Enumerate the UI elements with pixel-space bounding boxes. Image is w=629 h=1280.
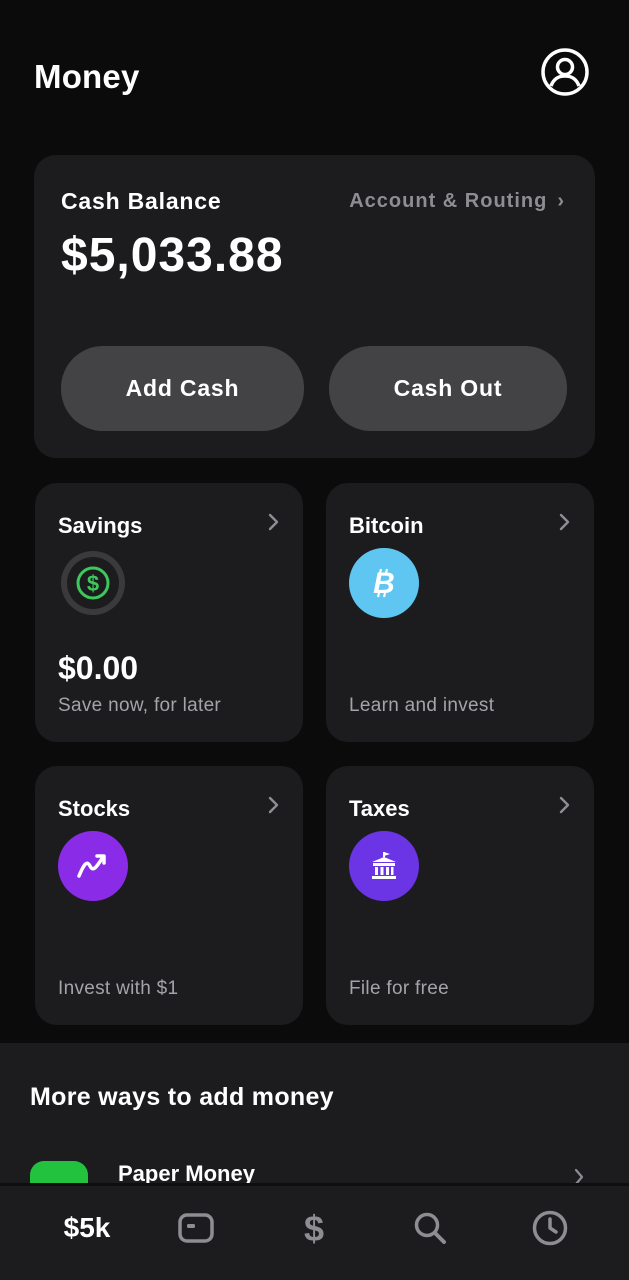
cash-balance-card: Cash Balance Account & Routing › $5,033.8… [34,155,595,458]
tile-subtitle: Save now, for later [58,695,222,716]
savings-amount: $0.00 [58,650,139,686]
profile-button[interactable] [540,47,590,97]
cash-balance-label: Cash Balance [61,188,222,214]
cash-out-button[interactable]: Cash Out [329,346,567,431]
chevron-right-icon [268,513,279,531]
profile-icon [541,48,589,96]
chevron-right-icon [268,796,279,814]
tile-title: Stocks [58,796,131,821]
bitcoin-icon: B [349,548,419,618]
chevron-right-icon [559,796,570,814]
taxes-building-icon [349,831,419,901]
savings-tile[interactable]: Savings $ $0.00 Save now, for later [35,483,303,742]
chevron-right-icon [559,513,570,531]
tab-activity[interactable] [528,1206,572,1250]
stocks-trend-icon [58,831,128,901]
stocks-tile[interactable]: Stocks Invest with $1 [35,766,303,1025]
tile-title: Savings [58,513,143,538]
tile-title: Bitcoin [349,513,424,538]
svg-text:$: $ [87,571,99,596]
chevron-right-icon: › [557,190,565,212]
card-icon [178,1213,214,1243]
more-ways-section: More ways to add money Paper Money [0,1043,629,1188]
header: Money [0,0,629,140]
section-title: More ways to add money [30,1083,334,1111]
tile-subtitle: File for free [349,978,449,999]
tab-bar: $5k $ [0,1183,629,1280]
dollar-icon: $ [304,1208,324,1248]
money-screen: Money Cash Balance Account & Routing › $5… [0,0,629,1280]
tab-balance[interactable]: $5k [50,1206,124,1250]
account-routing-link[interactable]: Account & Routing › [349,190,565,213]
tab-pay[interactable]: $ [292,1206,336,1250]
bitcoin-tile[interactable]: Bitcoin B Learn and invest [326,483,594,742]
tile-title: Taxes [349,796,410,821]
tile-subtitle: Learn and invest [349,695,495,716]
clock-icon [532,1210,568,1246]
page-title: Money [34,58,140,95]
tab-card[interactable] [174,1206,218,1250]
tab-search[interactable] [408,1206,452,1250]
add-cash-button[interactable]: Add Cash [61,346,304,431]
savings-dollar-icon: $ [58,548,128,618]
account-routing-label: Account & Routing [349,190,548,212]
search-icon [414,1212,446,1244]
cash-balance-amount: $5,033.88 [61,229,284,282]
tile-subtitle: Invest with $1 [58,978,179,999]
taxes-tile[interactable]: Taxes File for free [326,766,594,1025]
svg-text:$: $ [304,1208,324,1248]
